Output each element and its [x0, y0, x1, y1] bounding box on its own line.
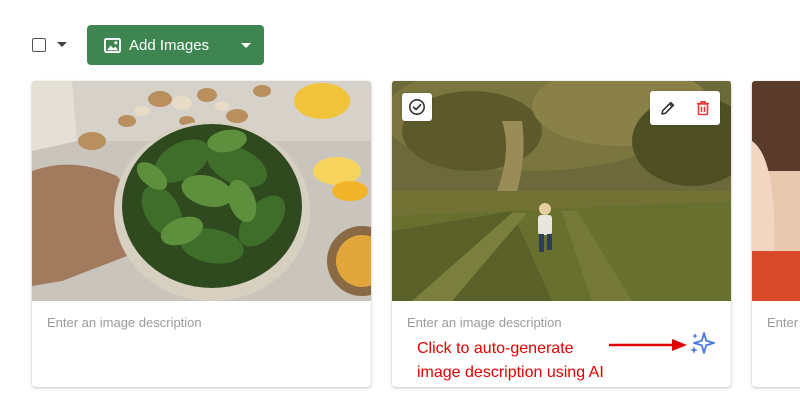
- image-icon: [104, 37, 121, 53]
- chevron-down-icon: [240, 42, 251, 48]
- trash-icon[interactable]: [694, 99, 712, 117]
- pencil-icon[interactable]: [659, 99, 677, 117]
- image-actions: [650, 91, 720, 125]
- select-all-checkbox[interactable]: [32, 38, 46, 52]
- partial-photo: [752, 81, 800, 301]
- ai-annotation-callout: Click to auto-generate image description…: [417, 337, 604, 385]
- add-images-main[interactable]: Add Images: [87, 25, 227, 65]
- add-images-button[interactable]: Add Images: [87, 25, 264, 65]
- red-arrow-icon: [609, 339, 687, 351]
- annotation-line-2: image description using AI: [417, 364, 604, 381]
- annotation-line-1: Click to auto-generate: [417, 340, 574, 357]
- image-description-input[interactable]: Enter an image description: [47, 315, 202, 330]
- image-description-input[interactable]: Enter an image description: [767, 315, 800, 330]
- image-thumbnail[interactable]: [32, 81, 371, 301]
- image-card[interactable]: Enter an image description: [752, 81, 800, 387]
- check-circle-icon: [409, 99, 425, 115]
- sparkle-icon[interactable]: [688, 332, 716, 356]
- image-gallery: Add Images Enter an image description En…: [0, 0, 800, 411]
- select-dropdown-caret-icon[interactable]: [57, 42, 67, 47]
- image-card[interactable]: Enter an image description: [32, 81, 371, 387]
- image-description-input[interactable]: Enter an image description: [407, 315, 562, 330]
- add-images-dropdown-toggle[interactable]: [227, 25, 264, 65]
- add-images-label: Add Images: [129, 36, 210, 54]
- spinach-bowl-photo: [32, 81, 371, 301]
- select-image-button[interactable]: [402, 93, 432, 121]
- image-thumbnail[interactable]: [752, 81, 800, 301]
